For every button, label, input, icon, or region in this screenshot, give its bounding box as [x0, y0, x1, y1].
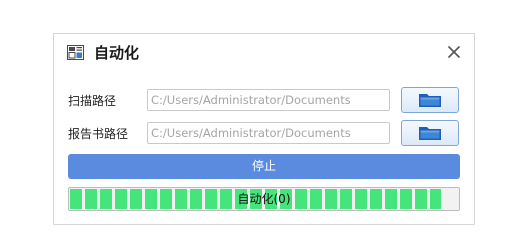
app-window-icon [67, 45, 84, 60]
automation-progress-bar: 自动化(0) [68, 187, 460, 211]
dialog-title: 自动化 [94, 44, 140, 62]
progress-label: 自动化(0) [237, 192, 291, 206]
title-bar: 自动化 [54, 34, 474, 74]
automation-dialog: 自动化 扫描路径 报告书路径 停止 [53, 33, 475, 225]
report-path-row: 报告书路径 [68, 120, 468, 146]
report-path-input[interactable] [147, 122, 390, 144]
scan-path-input[interactable] [147, 89, 390, 111]
stop-button[interactable]: 停止 [68, 154, 460, 179]
report-path-label: 报告书路径 [68, 127, 129, 141]
folder-icon [419, 94, 441, 107]
report-path-browse-button[interactable] [401, 120, 459, 146]
folder-icon [419, 127, 441, 140]
scan-path-row: 扫描路径 [68, 87, 468, 113]
close-icon [447, 45, 461, 59]
close-button[interactable] [442, 40, 466, 64]
scan-path-label: 扫描路径 [68, 94, 117, 108]
scan-path-browse-button[interactable] [401, 87, 459, 113]
